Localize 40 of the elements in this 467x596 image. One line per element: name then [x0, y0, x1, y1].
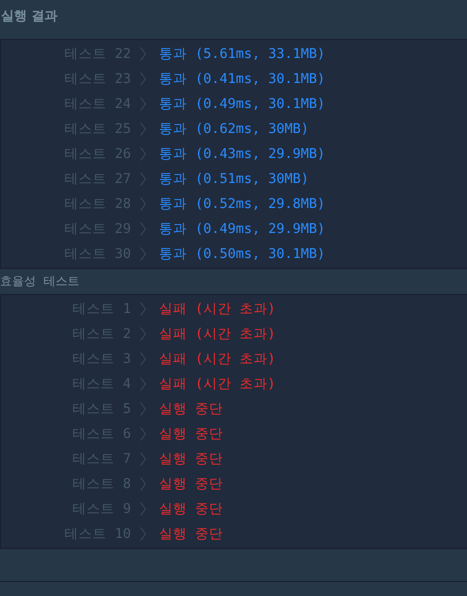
test-result: 통과 (0.49ms, 30.1MB) [159, 94, 326, 112]
chevron-icon [140, 46, 146, 60]
chevron-icon [140, 476, 146, 490]
chevron-icon [140, 352, 146, 366]
test-result: 통과 (0.52ms, 29.8MB) [159, 194, 326, 212]
test-result: 실행 중단 [159, 424, 224, 442]
chevron-icon [140, 146, 146, 160]
chevron-icon [140, 222, 146, 236]
test-result: 통과 (5.61ms, 33.1MB) [159, 44, 326, 62]
chevron-icon [140, 526, 146, 540]
test-result: 통과 (0.41ms, 30.1MB) [159, 70, 326, 88]
chevron-icon [140, 72, 146, 86]
section-title: 효율성 테스트 [0, 273, 80, 290]
test-result: 통과 (0.50ms, 30.1MB) [159, 244, 326, 262]
chevron-icon [140, 122, 146, 136]
test-result: 통과 (0.43ms, 29.9MB) [159, 144, 326, 162]
test-result: 실행 중단 [159, 524, 224, 542]
chevron-icon [140, 426, 146, 440]
test-result: 통과 (0.49ms, 29.9MB) [159, 220, 326, 238]
test-result: 실행 중단 [159, 500, 224, 518]
chevron-icon [140, 376, 146, 390]
chevron-icon [140, 196, 146, 210]
chevron-icon [140, 96, 146, 110]
test-result: 실패 (시간 초과) [159, 324, 276, 342]
chevron-icon [140, 246, 146, 260]
panel-title: 실행 결과 [1, 9, 58, 24]
test-result: 실패 (시간 초과) [159, 350, 276, 368]
chevron-icon [140, 502, 146, 516]
chevron-icon [140, 452, 146, 466]
chevron-icon [140, 402, 146, 416]
chevron-icon [140, 172, 146, 186]
test-result: 통과 (0.62ms, 30MB) [159, 120, 309, 138]
chevron-icon [140, 302, 146, 316]
test-result: 실패 (시간 초과) [159, 300, 276, 318]
test-result: 실패 (시간 초과) [159, 374, 276, 392]
test-result: 통과 (0.51ms, 30MB) [159, 170, 309, 188]
test-result: 실행 중단 [159, 400, 224, 418]
test-result: 실행 중단 [159, 450, 224, 468]
test-result: 실행 중단 [159, 474, 224, 492]
chevron-icon [140, 326, 146, 340]
